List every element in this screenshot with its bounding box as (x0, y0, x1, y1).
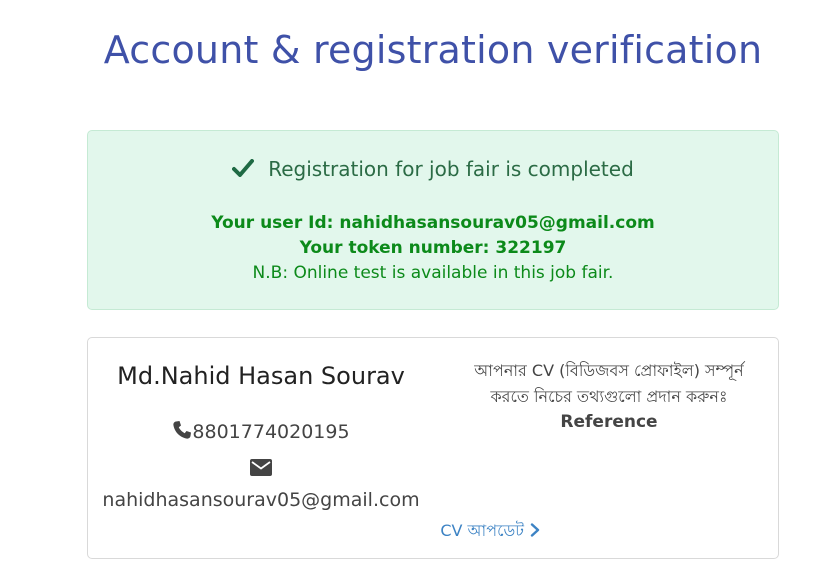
phone-number: 8801774020195 (192, 421, 350, 443)
reference-item[interactable]: Reference (454, 412, 764, 432)
user-id-label: Your user Id: (211, 213, 334, 233)
user-id-value: nahidhasansourav05@gmail.com (339, 213, 655, 233)
token-label: Your token number: (299, 238, 490, 258)
phone-icon (173, 421, 192, 439)
check-icon (232, 159, 255, 177)
token-line: Your token number: 322197 (88, 238, 778, 258)
email-address: nahidhasansourav05@gmail.com (102, 489, 420, 511)
phone-row: 8801774020195 (88, 420, 434, 443)
success-heading-text: Registration for job fair is completed (268, 157, 634, 181)
profile-card: Md.Nahid Hasan Sourav 8801774020195 nahi… (87, 337, 779, 559)
registration-success-panel: Registration for job fair is completed Y… (87, 130, 779, 310)
profile-name: Md.Nahid Hasan Sourav (117, 362, 405, 390)
page-title: Account & registration verification (103, 28, 763, 72)
chevron-right-icon (530, 523, 540, 537)
token-value: 322197 (495, 238, 567, 258)
cv-update-link[interactable]: CV আপডেট (88, 518, 540, 545)
mail-icon (250, 459, 272, 476)
cv-update-label: CV আপডেট (440, 521, 524, 540)
success-heading: Registration for job fair is completed (88, 157, 778, 181)
online-test-note: N.B: Online test is available in this jo… (252, 263, 614, 283)
user-id-line: Your user Id: nahidhasansourav05@gmail.c… (88, 213, 778, 233)
cv-completion-prompt: আপনার CV (বিডিজবস প্রোফাইল) সম্পূর্ন করত… (474, 361, 744, 406)
